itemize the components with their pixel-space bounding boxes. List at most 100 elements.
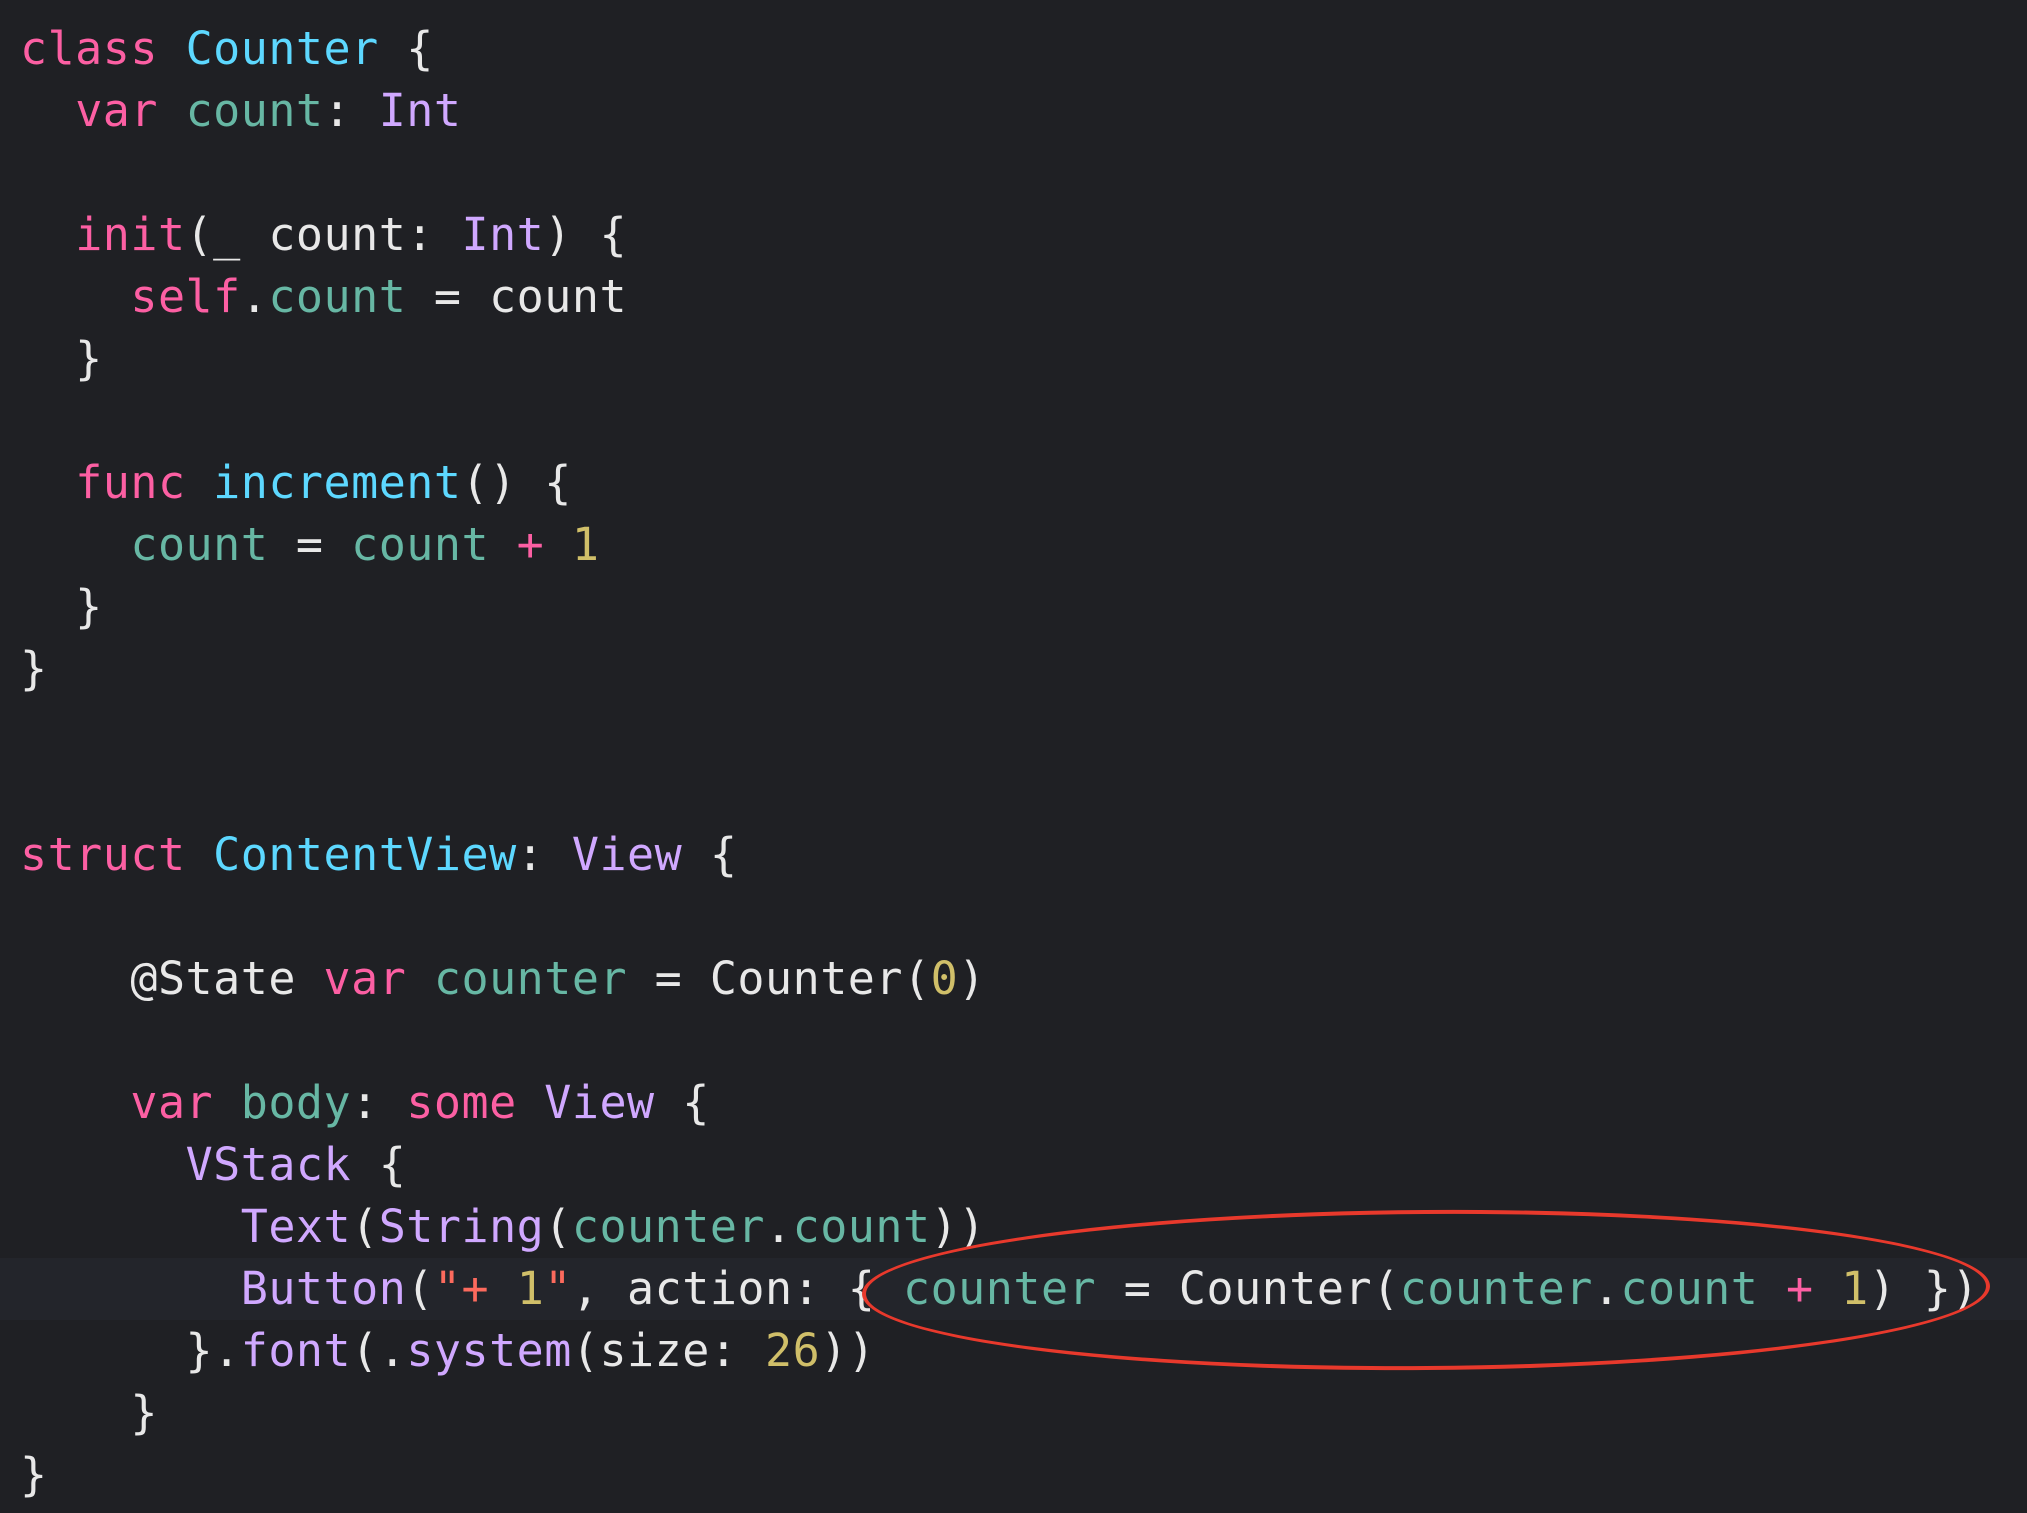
code-token-type: String bbox=[378, 1200, 545, 1253]
code-token-plain: : bbox=[351, 1076, 407, 1129]
code-token-keyword: init bbox=[75, 208, 186, 261]
code-token-property: count bbox=[268, 270, 407, 323]
code-token-keyword: func bbox=[75, 456, 186, 509]
code-token-plain: : bbox=[516, 828, 572, 881]
code-token-plain: (_ count: bbox=[185, 208, 462, 261]
code-token-property: count bbox=[351, 518, 490, 571]
code-token-keyword: + bbox=[489, 518, 572, 571]
code-token-string: "+ bbox=[433, 1262, 517, 1315]
code-line[interactable]: func increment() { bbox=[20, 452, 572, 514]
code-line[interactable]: Text(String(counter.count)) bbox=[20, 1196, 986, 1258]
code-token-plain: } bbox=[20, 1448, 48, 1501]
code-token-plain: )) bbox=[820, 1324, 876, 1377]
code-token-plain: }. bbox=[20, 1324, 241, 1377]
code-token-class_name: increment bbox=[213, 456, 462, 509]
code-token-property: body bbox=[240, 1076, 352, 1129]
code-line[interactable]: var body: some View { bbox=[20, 1072, 710, 1134]
code-token-keyword: some bbox=[406, 1076, 517, 1129]
code-token-property: count bbox=[792, 1200, 931, 1253]
code-token-number: 26 bbox=[765, 1324, 821, 1377]
code-token-class_name: ContentView bbox=[213, 828, 517, 881]
code-token-type: View bbox=[571, 828, 683, 881]
code-line[interactable]: } bbox=[20, 1444, 48, 1506]
code-token-plain: ) bbox=[958, 952, 986, 1005]
code-token-plain: ) { bbox=[544, 208, 628, 261]
code-token-plain: ( bbox=[544, 1200, 572, 1253]
code-token-keyword: var bbox=[75, 84, 158, 137]
code-token-plain: { bbox=[654, 1076, 710, 1129]
code-line[interactable]: var count: Int bbox=[20, 80, 462, 142]
code-token-plain: @State bbox=[20, 952, 324, 1005]
code-line[interactable]: init(_ count: Int) { bbox=[20, 204, 627, 266]
code-token-type: Int bbox=[461, 208, 545, 261]
code-token-plain: : bbox=[323, 84, 379, 137]
code-line[interactable]: self.count = count bbox=[20, 266, 627, 328]
code-token-property: counter bbox=[571, 1200, 766, 1253]
code-token-property: count bbox=[185, 84, 324, 137]
code-line[interactable]: @State var counter = Counter(0) bbox=[20, 948, 986, 1010]
code-token-type: Text bbox=[240, 1200, 352, 1253]
code-token-plain: () { bbox=[461, 456, 572, 509]
code-token-number: 0 bbox=[930, 952, 959, 1005]
code-line[interactable]: struct ContentView: View { bbox=[20, 824, 737, 886]
code-token-type: VStack bbox=[185, 1138, 352, 1191]
code-token-plain: } bbox=[20, 580, 103, 633]
code-line[interactable]: class Counter { bbox=[20, 18, 434, 80]
code-token-plain: = count bbox=[406, 270, 628, 323]
code-token-type: font bbox=[240, 1324, 352, 1377]
code-line[interactable]: }.font(.system(size: 26)) bbox=[20, 1320, 875, 1382]
code-token-plain: } bbox=[20, 1386, 158, 1439]
code-token-type: system bbox=[406, 1324, 572, 1377]
code-token-plain: { bbox=[378, 22, 434, 75]
code-token-type: View bbox=[544, 1076, 655, 1129]
code-token-plain: { bbox=[682, 828, 738, 881]
code-token-number: 1 bbox=[516, 1262, 545, 1315]
code-token-plain: { bbox=[351, 1138, 407, 1191]
code-token-plain: } bbox=[20, 642, 48, 695]
code-token-string: " bbox=[544, 1262, 572, 1315]
code-token-class_name: Counter bbox=[185, 22, 379, 75]
code-token-plain: = Counter( bbox=[627, 952, 931, 1005]
code-token-plain: (. bbox=[351, 1324, 407, 1377]
code-token-plain: ( bbox=[351, 1200, 379, 1253]
code-token-property: count bbox=[130, 518, 269, 571]
code-token-keyword: struct bbox=[20, 828, 186, 881]
code-line[interactable]: count = count + 1 bbox=[20, 514, 599, 576]
code-line[interactable]: } bbox=[20, 328, 103, 390]
code-token-keyword: var bbox=[130, 1076, 214, 1129]
code-token-number: 1 bbox=[571, 518, 600, 571]
code-line[interactable]: VStack { bbox=[20, 1134, 406, 1196]
code-token-type: Button bbox=[240, 1262, 407, 1315]
code-line[interactable]: } bbox=[20, 1382, 158, 1444]
code-token-keyword: self bbox=[130, 270, 241, 323]
code-line[interactable]: } bbox=[20, 576, 103, 638]
code-token-keyword: var bbox=[323, 952, 407, 1005]
code-token-plain: . bbox=[240, 270, 269, 323]
code-token-plain: } bbox=[20, 332, 103, 385]
code-token-plain: (size: bbox=[571, 1324, 766, 1377]
code-token-plain: , action: { bbox=[571, 1262, 903, 1315]
code-token-plain: . bbox=[765, 1200, 793, 1253]
code-token-plain: ( bbox=[406, 1262, 434, 1315]
code-token-plain: = bbox=[268, 518, 352, 571]
code-token-keyword: class bbox=[20, 22, 158, 75]
code-line[interactable]: } bbox=[20, 638, 48, 700]
code-token-property: counter bbox=[433, 952, 628, 1005]
code-token-type: Int bbox=[378, 84, 462, 137]
